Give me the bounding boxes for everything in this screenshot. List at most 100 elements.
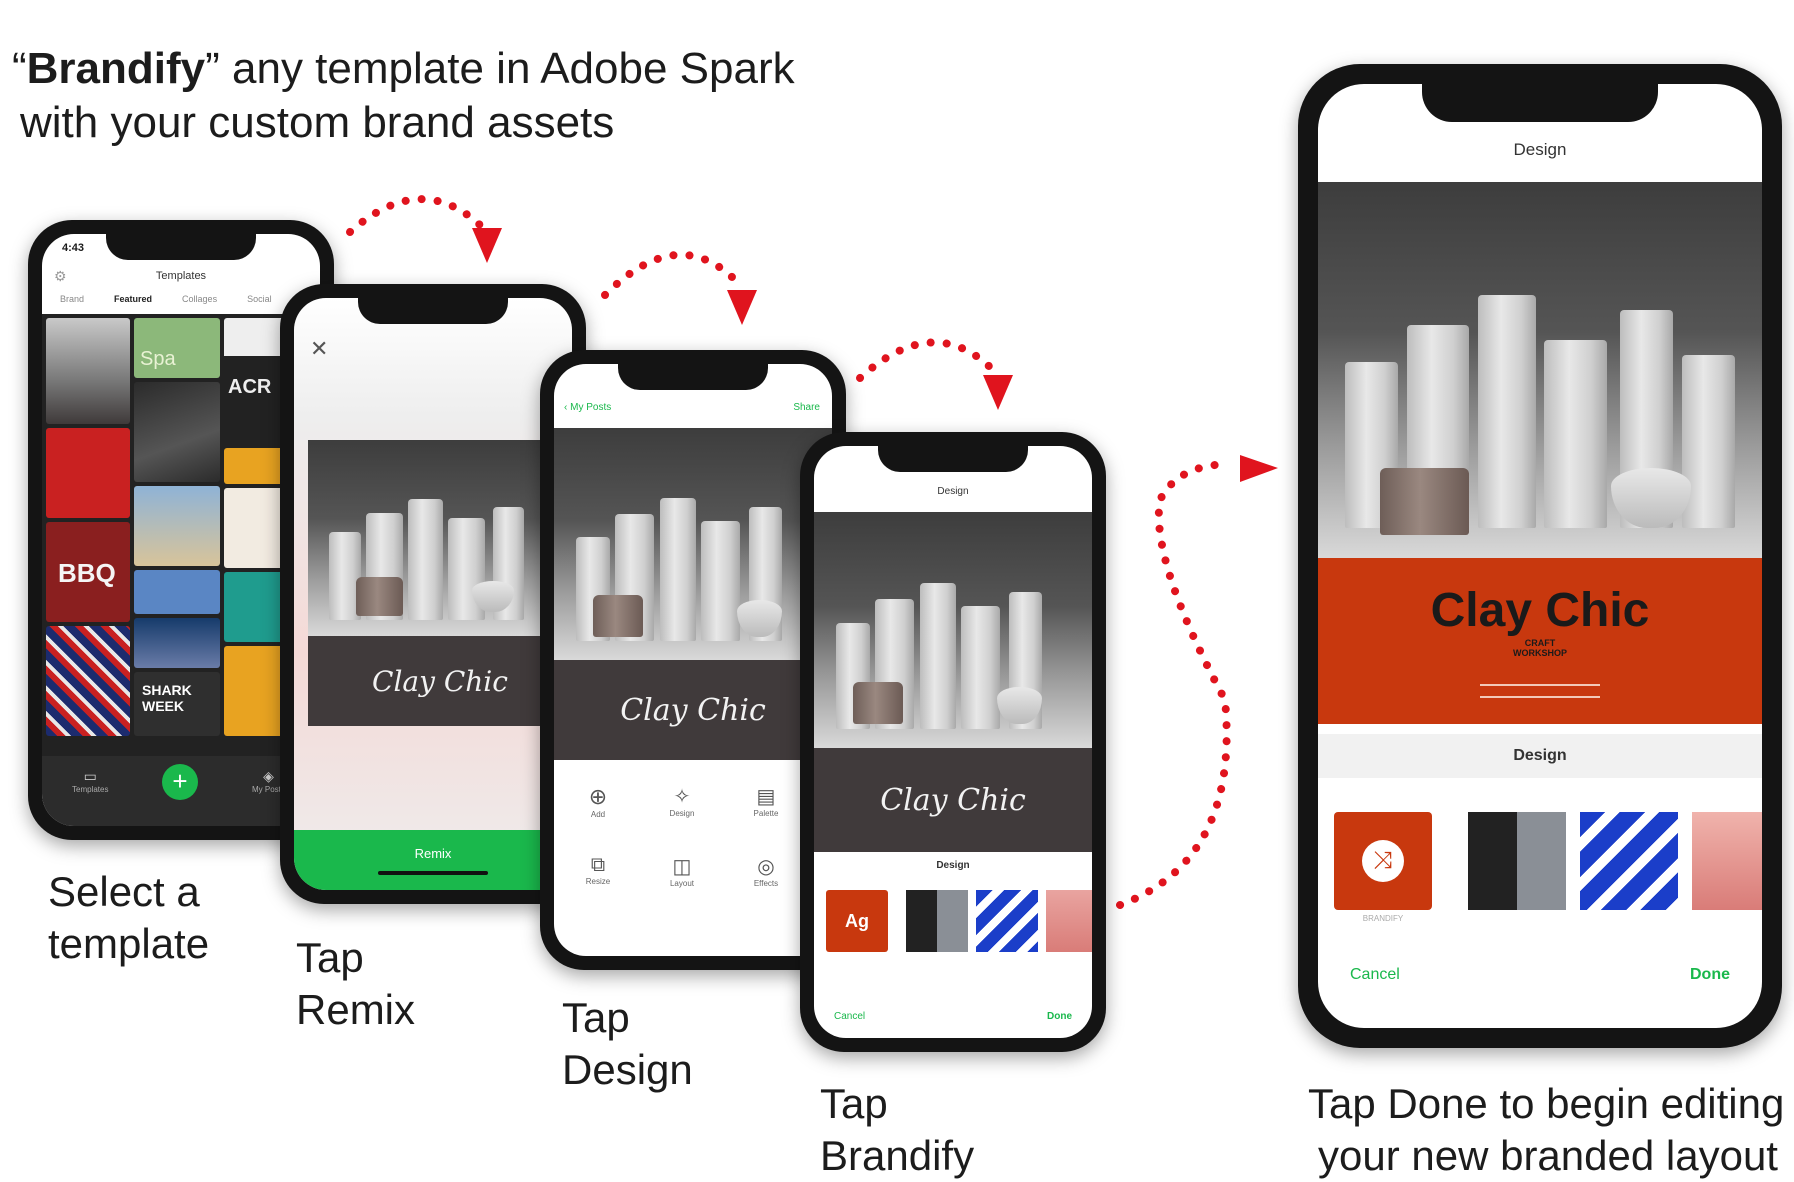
tool-palette[interactable]: ▤ Palette	[746, 784, 786, 818]
tab-featured[interactable]: Featured	[114, 294, 152, 304]
caption-step-1: Select a template	[48, 866, 209, 970]
tool-resize-label: Resize	[585, 877, 611, 886]
remix-preview-photo	[308, 440, 572, 636]
final-preview-photo	[1318, 182, 1762, 558]
template-tile-acr[interactable]: ACR	[224, 318, 284, 444]
design-option-dark[interactable]	[906, 890, 968, 952]
bottom-nav-templates-label: Templates	[72, 785, 109, 794]
done-button[interactable]: Done	[1047, 1011, 1072, 1022]
screen-title: Design	[937, 486, 969, 497]
template-tile-orange[interactable]	[224, 646, 284, 736]
arrow-2-dots	[601, 251, 744, 299]
design-option-dark[interactable]	[1468, 812, 1566, 910]
cancel-button[interactable]: Cancel	[1350, 966, 1400, 984]
arrow-4-head	[1240, 455, 1278, 482]
caption-step-2: Tap Remix	[296, 932, 415, 1036]
tool-effects[interactable]: ◎ Effects	[746, 854, 786, 888]
final-brand-text: Clay Chic	[1430, 584, 1650, 637]
remix-brand-text: Clay Chic	[372, 664, 508, 698]
template-tile-blue[interactable]	[134, 570, 220, 614]
design-toolbar: ⊕ Add ✧ Design ▤ Palette ⧉ Resize ◫ Layo…	[554, 774, 832, 924]
design-option-photo[interactable]	[1046, 890, 1092, 952]
caption-step-4-line1: Tap	[820, 1080, 888, 1127]
effects-icon: ◎	[757, 856, 775, 878]
tool-resize[interactable]: ⧉ Resize	[578, 854, 618, 886]
status-time: 4:43	[62, 242, 85, 254]
tab-brand[interactable]: Brand	[60, 294, 84, 304]
notch	[1422, 84, 1658, 122]
caption-step-1-line1: Select a	[48, 868, 200, 915]
add-button[interactable]: +	[162, 764, 198, 800]
tool-layout[interactable]: ◫ Layout	[662, 854, 702, 888]
template-tile-pattern[interactable]	[46, 626, 130, 736]
final-brand-subtitle-2: WORKSHOP	[1513, 648, 1567, 658]
done-button[interactable]: Done	[1690, 966, 1730, 984]
tab-collages[interactable]: Collages	[182, 294, 217, 304]
template-tile-clay[interactable]	[46, 318, 130, 424]
final-brand-subtitle-1: CRAFT	[1524, 638, 1556, 648]
design-option-blue[interactable]	[1580, 812, 1678, 910]
notch	[878, 446, 1028, 472]
arrow-1-dots	[346, 195, 484, 236]
arrow-3-head	[983, 375, 1013, 410]
arrow-3-dots	[856, 338, 999, 382]
remix-preview-band: Clay Chic	[308, 636, 572, 726]
section-label: Design	[1513, 747, 1567, 764]
shuffle-icon: ⤨	[1362, 840, 1404, 882]
caption-step-3-line1: Tap	[562, 994, 630, 1041]
caption-step-2-line2: Remix	[296, 986, 416, 1033]
template-tile-shark[interactable]: SHARK WEEK	[134, 672, 220, 736]
plus-circle-icon: ⊕	[588, 784, 608, 809]
caption-step-4-line2: Brandify	[820, 1132, 975, 1179]
template-tile-green[interactable]	[224, 572, 284, 642]
design-option-photo[interactable]	[1692, 812, 1762, 910]
template-grid: Spa ACR BBQ SHARK WEEK	[42, 314, 320, 756]
palette-icon: ▤	[756, 786, 776, 808]
template-tile-bird[interactable]	[224, 488, 284, 568]
tool-layout-label: Layout	[669, 879, 695, 888]
template-tile-red[interactable]	[46, 428, 130, 518]
design-option-blue[interactable]	[976, 890, 1038, 952]
share-button[interactable]: Share	[793, 402, 820, 413]
caption-final: Tap Done to begin editing your new brand…	[1308, 1078, 1784, 1182]
close-icon[interactable]: ✕	[310, 336, 328, 362]
template-tile-feather[interactable]	[134, 382, 220, 482]
brandify-preview-photo	[814, 512, 1092, 748]
phone-final: Design Clay Chic CRAFT WORKSHOP Design ⤨…	[1298, 64, 1782, 1048]
phone-templates-screen: 4:43 ⚙ Templates Brand Featured Collages…	[42, 234, 320, 826]
template-tabs: Brand Featured Collages Social	[60, 294, 320, 304]
phone-brandify: Design Clay Chic Design Ag Cancel Done	[800, 432, 1106, 1052]
headline-bold-word: Brandify	[26, 44, 206, 93]
phone-remix-screen: ✕ Clay Chic Remix	[294, 298, 572, 890]
back-button[interactable]: ‹ My Posts	[564, 402, 611, 413]
template-tile-boats[interactable]	[134, 486, 220, 566]
tool-effects-label: Effects	[753, 879, 779, 888]
headline-line1: “Brandify” any template in Adobe Spark	[12, 42, 795, 96]
brandify-tile[interactable]: ⤨	[1334, 812, 1432, 910]
template-tile-yellow[interactable]	[224, 448, 284, 484]
caption-step-1-line2: template	[48, 920, 210, 967]
brandify-tile[interactable]: Ag	[826, 890, 888, 952]
design-preview-photo	[554, 428, 832, 660]
arrow-2-head	[727, 290, 757, 325]
final-brand-band: Clay Chic CRAFT WORKSHOP	[1318, 558, 1762, 724]
tab-social[interactable]: Social	[247, 294, 272, 304]
templates-icon: ▭	[83, 768, 97, 784]
caption-step-3: Tap Design	[562, 992, 693, 1096]
back-button-label: My Posts	[570, 402, 612, 413]
cancel-button[interactable]: Cancel	[834, 1011, 865, 1022]
template-tile-mountain[interactable]	[134, 618, 220, 668]
tool-design-label: Design	[669, 809, 695, 818]
tile-text-spa: Spa	[140, 348, 176, 370]
template-tile-bbq[interactable]: BBQ	[46, 522, 130, 622]
template-tile-spa[interactable]: Spa	[134, 318, 220, 378]
screen-title: Templates	[155, 270, 207, 282]
design-brand-text: Clay Chic	[620, 692, 766, 728]
tool-add[interactable]: ⊕ Add	[578, 784, 618, 819]
arrow-1-head	[472, 228, 502, 263]
bottom-nav-templates[interactable]: ▭ Templates	[72, 768, 108, 794]
tool-design[interactable]: ✧ Design	[662, 784, 702, 818]
remix-button[interactable]: Remix	[294, 830, 572, 890]
resize-icon: ⧉	[590, 854, 606, 876]
caption-final-line2: your new branded layout	[1318, 1132, 1778, 1179]
